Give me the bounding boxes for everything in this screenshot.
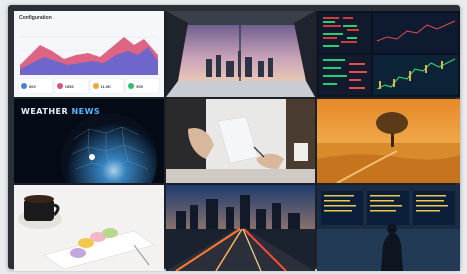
- stat-value: 1553: [64, 83, 74, 89]
- coffee-macarons-image: [14, 185, 164, 271]
- tile-autumn-field[interactable]: [317, 99, 460, 183]
- stat-card[interactable]: 500: [126, 79, 159, 93]
- tile-city-window[interactable]: [166, 11, 315, 97]
- weather-news-logo: WEATHER NEWS: [21, 107, 100, 116]
- office-writing-image: [166, 99, 315, 183]
- stat-value: 500: [136, 83, 143, 89]
- news-word: NEWS: [71, 107, 101, 116]
- tile-trading-screens[interactable]: [317, 11, 460, 97]
- dashboard-title: Configuration: [19, 15, 52, 21]
- stat-card[interactable]: 600: [19, 79, 52, 93]
- tile-highway-dusk[interactable]: [166, 185, 315, 271]
- stat-value: 11.0K: [100, 83, 111, 89]
- autumn-field-image: [317, 99, 460, 183]
- stat-value: 600: [29, 83, 36, 89]
- dashboard-stats: 600 1553 11.0K 500: [19, 79, 159, 93]
- tile-dashboard[interactable]: Configuration 600 1553 11.0K 500: [14, 11, 164, 97]
- dashboard-area-chart: [20, 25, 158, 75]
- video-wall: Configuration 600 1553 11.0K 500 WEATHER…: [14, 11, 460, 271]
- stat-card[interactable]: 1553: [54, 79, 88, 93]
- tile-coffee-macarons[interactable]: [14, 185, 164, 271]
- airport-departures-image: [317, 185, 460, 271]
- weather-word: WEATHER: [21, 107, 69, 116]
- city-window-image: [166, 11, 315, 97]
- tile-airport-departures[interactable]: [317, 185, 460, 271]
- highway-dusk-image: [166, 185, 315, 271]
- wallet-icon: [92, 83, 99, 89]
- tile-weather-news[interactable]: WEATHER NEWS: [14, 99, 164, 183]
- user-icon: [21, 83, 27, 89]
- chart-icon: [128, 83, 135, 89]
- trading-screens-image: [317, 11, 460, 97]
- calendar-icon: [56, 83, 63, 89]
- tile-office-writing[interactable]: [166, 99, 315, 183]
- stat-card[interactable]: 11.0K: [90, 79, 124, 93]
